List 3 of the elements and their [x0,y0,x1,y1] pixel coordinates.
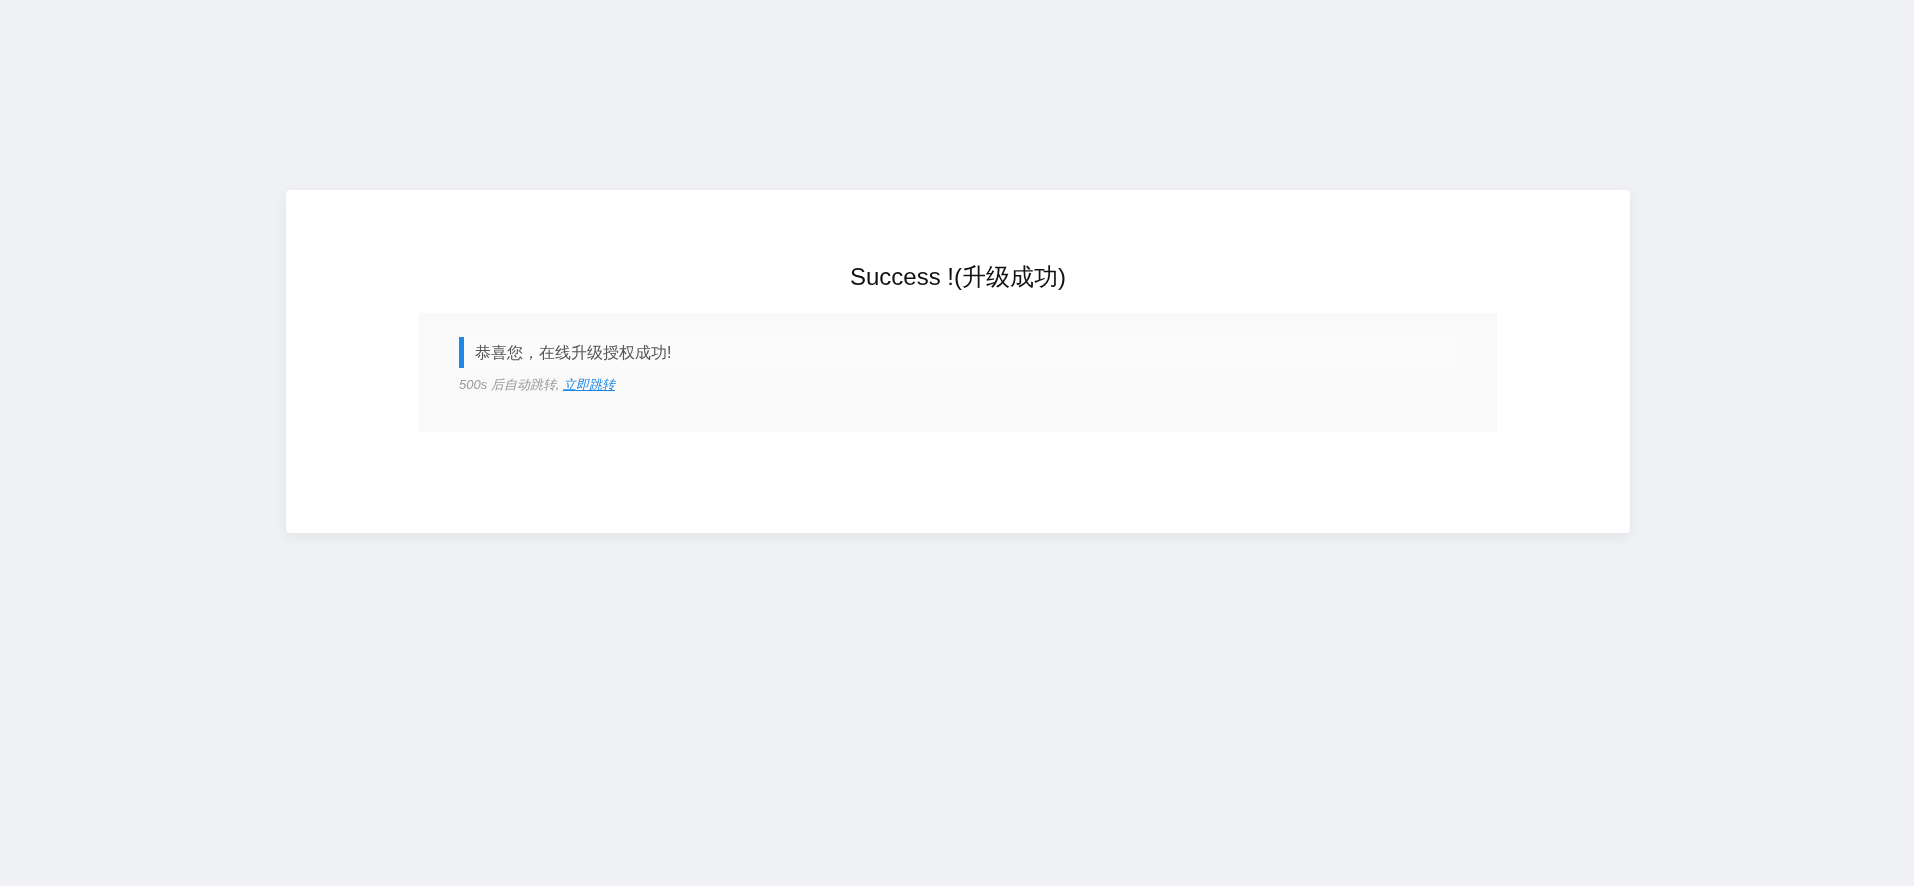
success-title: Success !(升级成功) [849,262,1067,292]
redirect-notice: 500s 后自动跳转, 立即跳转 [459,376,617,394]
redirect-now-link[interactable]: 立即跳转 [563,377,616,392]
